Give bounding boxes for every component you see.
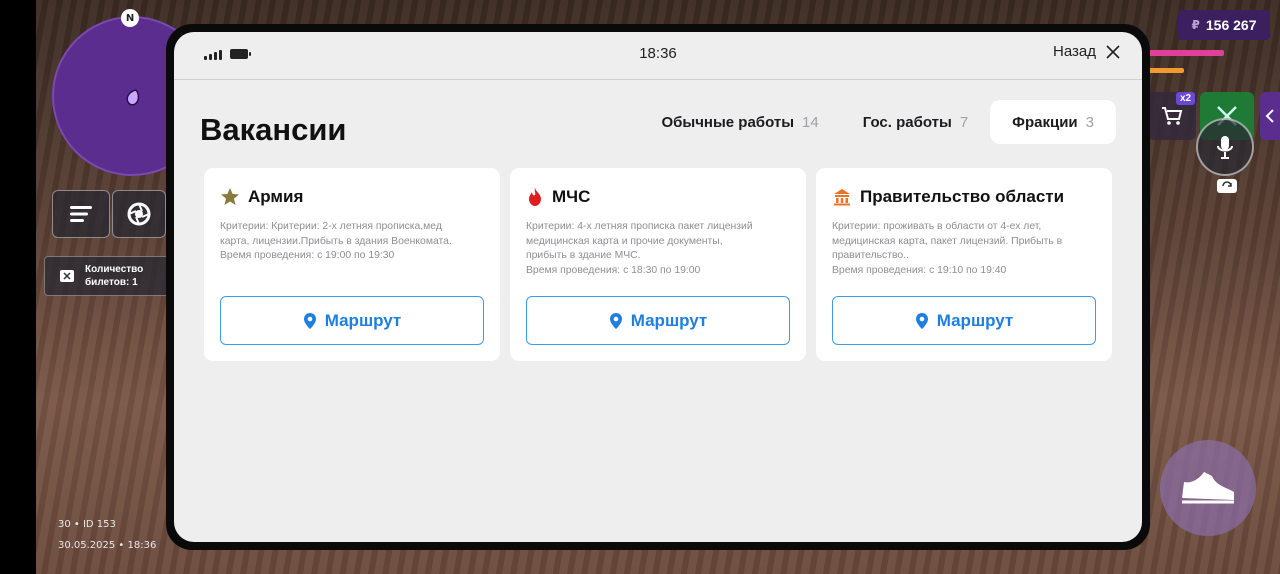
tickets-counter: Количество билетов: 1 bbox=[44, 256, 174, 296]
aperture-icon bbox=[127, 202, 151, 226]
route-button[interactable]: Маршрут bbox=[832, 296, 1096, 345]
cart-icon bbox=[1162, 107, 1183, 125]
sneaker-icon bbox=[1182, 472, 1234, 504]
card-description: Критерии: проживать в области от 4-ех ле… bbox=[832, 221, 1063, 277]
date-time: 30.05.2025 • 18:36 bbox=[58, 540, 157, 551]
hunger-bar bbox=[1148, 68, 1184, 73]
voice-chat-button[interactable] bbox=[1196, 118, 1254, 176]
aperture-button[interactable] bbox=[112, 190, 166, 238]
tab-count: 14 bbox=[802, 113, 819, 131]
tab-regular-jobs[interactable]: Обычные работы 14 bbox=[639, 100, 840, 144]
health-bar bbox=[1148, 50, 1224, 56]
card-description: Критерии: Критерии: 2-х летняя прописка,… bbox=[220, 221, 452, 262]
vacancy-card-emergency: МЧС Критерии: 4-х летняя прописка пакет … bbox=[510, 168, 806, 361]
tab-label: Гос. работы bbox=[862, 113, 952, 131]
menu-lines-icon bbox=[70, 206, 92, 222]
card-title: МЧС bbox=[552, 187, 591, 206]
page-title: Вакансии bbox=[200, 112, 347, 147]
multiplier-badge: x2 bbox=[1176, 92, 1196, 105]
chevron-left-icon bbox=[1265, 109, 1274, 123]
refresh-icon bbox=[1217, 179, 1237, 193]
camera-rotate-button[interactable] bbox=[1214, 174, 1240, 196]
vacancy-card-army: Армия Критерии: Критерии: 2-х летняя про… bbox=[204, 168, 500, 361]
card-title: Армия bbox=[248, 187, 304, 206]
card-title: Правительство области bbox=[860, 187, 1065, 206]
tab-count: 7 bbox=[959, 113, 969, 131]
location-pin-icon bbox=[303, 312, 316, 329]
tab-label: Обычные работы bbox=[661, 113, 795, 131]
category-tabs: Обычные работы 14 Гос. работы 7 Фракции … bbox=[639, 100, 1116, 144]
sprint-button[interactable] bbox=[1160, 440, 1256, 536]
tablet-screen: 18:36 Назад Вакансии Обычные работы 14 Г… bbox=[174, 32, 1142, 542]
route-label: Маршрут bbox=[630, 310, 708, 330]
ticket-icon bbox=[60, 270, 74, 282]
route-button[interactable]: Маршрут bbox=[220, 296, 484, 345]
star-icon bbox=[221, 188, 239, 205]
back-button[interactable]: Назад bbox=[1053, 43, 1120, 60]
tab-factions[interactable]: Фракции 3 bbox=[990, 100, 1116, 144]
route-label: Маршрут bbox=[324, 310, 402, 330]
player-marker-icon bbox=[126, 89, 140, 106]
card-description: Критерии: 4-х летняя прописка пакет лице… bbox=[526, 221, 753, 277]
player-info: 30 • ID 153 bbox=[58, 519, 116, 530]
money-display: ₽ 156 267 bbox=[1178, 10, 1270, 40]
tickets-label: Количество билетов: 1 bbox=[85, 264, 144, 288]
side-panel-toggle[interactable] bbox=[1260, 92, 1280, 140]
vacancy-card-government: Правительство области Критерии: проживат… bbox=[816, 168, 1112, 361]
tablet-clock: 18:36 bbox=[639, 45, 677, 62]
letterbox-left bbox=[0, 0, 36, 574]
menu-button[interactable] bbox=[52, 190, 110, 238]
route-label: Маршрут bbox=[936, 310, 1014, 330]
tab-count: 3 bbox=[1085, 113, 1094, 131]
microphone-icon bbox=[1217, 136, 1233, 159]
government-building-icon bbox=[834, 189, 850, 206]
tablet-status-bar: 18:36 Назад bbox=[174, 32, 1142, 80]
route-button[interactable]: Маршрут bbox=[526, 296, 790, 345]
tab-government-jobs[interactable]: Гос. работы 7 bbox=[841, 100, 990, 144]
money-amount: 156 267 bbox=[1205, 17, 1257, 33]
location-pin-icon bbox=[915, 312, 928, 329]
flame-icon bbox=[529, 188, 541, 206]
compass-north: N bbox=[121, 9, 139, 27]
close-icon bbox=[1106, 44, 1120, 59]
ruble-sign: ₽ bbox=[1191, 18, 1200, 32]
vacancy-list: Армия Критерии: Критерии: 2-х летняя про… bbox=[204, 168, 1112, 361]
tab-label: Фракции bbox=[1012, 113, 1078, 131]
back-label: Назад bbox=[1053, 43, 1096, 60]
location-pin-icon bbox=[609, 312, 622, 329]
tablet-frame: 18:36 Назад Вакансии Обычные работы 14 Г… bbox=[166, 24, 1150, 550]
